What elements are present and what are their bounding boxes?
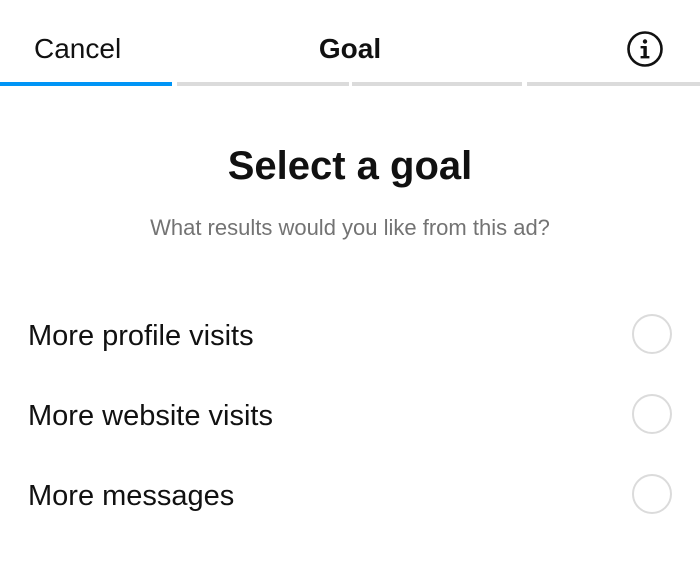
- goal-option-label: More messages: [28, 480, 235, 512]
- goal-option-label: More website visits: [28, 400, 273, 432]
- page-subheading: What results would you like from this ad…: [150, 215, 550, 240]
- progress-step-3: [352, 82, 522, 86]
- info-circle-icon: [627, 31, 663, 67]
- progress-step-2: [177, 82, 349, 86]
- page-heading: Select a goal: [227, 144, 473, 188]
- progress-step-1: [0, 82, 172, 86]
- nav-header: Cancel Goal: [0, 0, 700, 84]
- goal-option-messages[interactable]: More messages: [0, 463, 700, 527]
- radio-button[interactable]: [632, 474, 672, 514]
- radio-button[interactable]: [632, 314, 672, 354]
- info-button[interactable]: [626, 30, 664, 68]
- radio-button[interactable]: [632, 394, 672, 434]
- goal-option-label: More profile visits: [28, 320, 254, 352]
- step-progress: [0, 82, 700, 87]
- progress-step-4: [527, 82, 700, 86]
- nav-title: Goal: [318, 33, 382, 64]
- goal-option-profile-visits[interactable]: More profile visits: [0, 303, 700, 367]
- goal-screen: Cancel Goal Select a goal What results w…: [0, 0, 700, 567]
- goal-option-website-visits[interactable]: More website visits: [0, 383, 700, 447]
